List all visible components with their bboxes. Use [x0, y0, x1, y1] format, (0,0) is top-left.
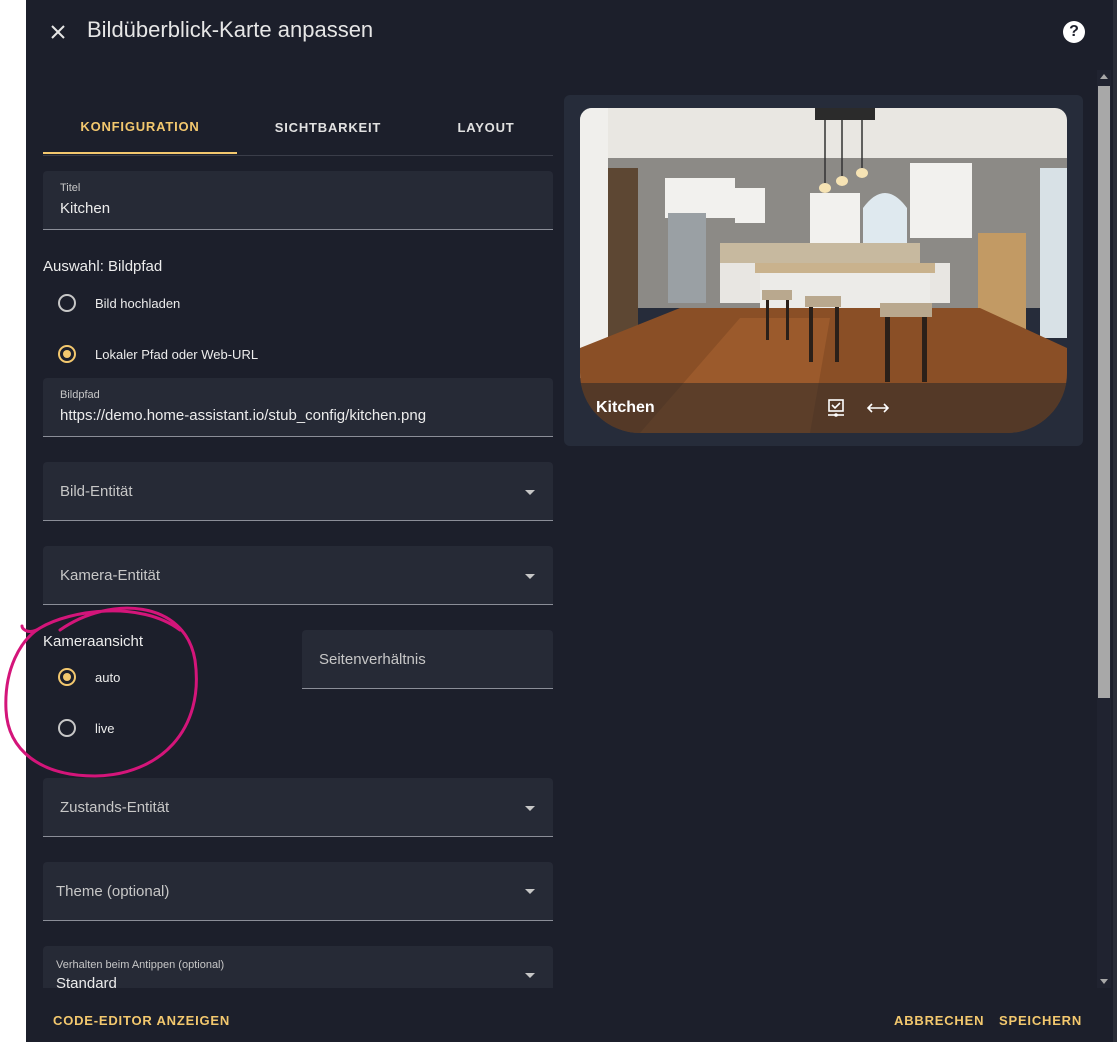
dropdown-arrow-icon	[525, 973, 535, 978]
card-footer: Kitchen	[580, 383, 1067, 433]
monitor-check-icon[interactable]	[826, 398, 846, 423]
radio-auto-label: auto	[95, 669, 121, 685]
cancel-button[interactable]: ABBRECHEN	[894, 1013, 984, 1028]
background-page	[1113, 0, 1117, 1042]
image-path-label: Bildpfad	[60, 389, 100, 401]
picture-glance-card[interactable]: Kitchen	[580, 108, 1067, 433]
radio-live-label: live	[95, 720, 115, 736]
theme-select[interactable]: Theme (optional)	[43, 862, 553, 921]
tap-action-select[interactable]: Verhalten beim Antippen (optional) Stand…	[43, 946, 553, 992]
radio-icon	[58, 294, 76, 312]
tap-action-value: Standard	[56, 975, 117, 992]
title-field-value: Kitchen	[60, 200, 111, 217]
radio-camera-auto[interactable]: auto	[58, 665, 120, 689]
image-path-field[interactable]: Bildpfad https://demo.home-assistant.io/…	[43, 378, 553, 437]
dialog-title: Bildüberblick-Karte anpassen	[87, 17, 374, 42]
camera-entity-label: Kamera-Entität	[60, 567, 161, 584]
help-icon[interactable]: ?	[1063, 21, 1085, 43]
tab-konfiguration[interactable]: KONFIGURATION	[43, 100, 237, 154]
radio-checked-icon	[58, 668, 76, 686]
state-entity-label: Zustands-Entität	[60, 799, 170, 816]
card-title: Kitchen	[596, 399, 655, 416]
card-preview: Kitchen	[564, 95, 1083, 446]
arrow-left-right-icon[interactable]	[866, 398, 890, 423]
dropdown-arrow-icon	[525, 490, 535, 495]
show-code-editor-button[interactable]: CODE-EDITOR ANZEIGEN	[53, 1013, 230, 1028]
radio-local-path[interactable]: Lokaler Pfad oder Web-URL	[58, 342, 258, 366]
tab-sichtbarkeit[interactable]: SICHTBARKEIT	[237, 100, 419, 154]
title-field[interactable]: Titel Kitchen	[43, 171, 553, 230]
aspect-ratio-field[interactable]: Seitenverhältnis	[302, 630, 553, 689]
close-button[interactable]	[46, 20, 70, 44]
radio-checked-icon	[58, 345, 76, 363]
camera-view-label: Kameraansicht	[43, 633, 144, 650]
dialog-header: Bildüberblick-Karte anpassen ?	[26, 0, 1113, 64]
dropdown-arrow-icon	[525, 806, 535, 811]
image-entity-label: Bild-Entität	[60, 483, 133, 500]
radio-upload-image[interactable]: Bild hochladen	[58, 291, 180, 315]
scroll-thumb[interactable]	[1098, 86, 1110, 698]
close-icon	[51, 25, 65, 39]
radio-upload-label: Bild hochladen	[95, 295, 181, 311]
image-source-label: Auswahl: Bildpfad	[43, 258, 163, 275]
image-path-value: https://demo.home-assistant.io/stub_conf…	[60, 407, 427, 424]
scrollbar[interactable]	[1097, 70, 1111, 988]
tap-action-label: Verhalten beim Antippen (optional)	[56, 959, 225, 971]
theme-label: Theme (optional)	[56, 883, 170, 900]
camera-entity-select[interactable]: Kamera-Entität	[43, 546, 553, 605]
edit-card-dialog: Bildüberblick-Karte anpassen ? KONFIGURA…	[26, 0, 1113, 1042]
aspect-ratio-label: Seitenverhältnis	[319, 651, 426, 668]
save-button[interactable]: SPEICHERN	[999, 1013, 1082, 1028]
image-entity-select[interactable]: Bild-Entität	[43, 462, 553, 521]
radio-camera-live[interactable]: live	[58, 716, 115, 740]
tab-layout[interactable]: LAYOUT	[419, 100, 553, 154]
scroll-down-icon[interactable]	[1100, 979, 1108, 984]
dropdown-arrow-icon	[525, 574, 535, 579]
scroll-up-icon[interactable]	[1100, 74, 1108, 79]
tab-bar: KONFIGURATION SICHTBARKEIT LAYOUT	[43, 100, 553, 156]
radio-local-path-label: Lokaler Pfad oder Web-URL	[95, 346, 259, 362]
radio-icon	[58, 719, 76, 737]
title-field-label: Titel	[60, 182, 81, 194]
state-entity-select[interactable]: Zustands-Entität	[43, 778, 553, 837]
dropdown-arrow-icon	[525, 889, 535, 894]
